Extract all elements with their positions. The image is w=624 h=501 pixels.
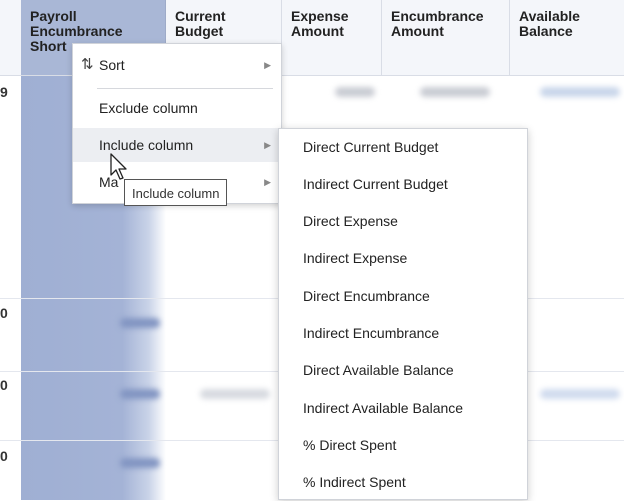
tooltip: Include column	[124, 179, 228, 206]
blurred-cell	[540, 389, 620, 399]
column-header-expense-amount[interactable]: Expense Amount	[282, 0, 382, 76]
row-label: 9	[0, 84, 8, 100]
column-header-available-balance[interactable]: Available Balance	[510, 0, 624, 76]
submenu-item[interactable]: % Indirect Spent	[279, 464, 527, 501]
row-label: 0	[0, 377, 8, 393]
submenu-item[interactable]: Direct Encumbrance	[279, 278, 527, 315]
menu-divider	[97, 88, 273, 89]
submenu-item[interactable]: Direct Expense	[279, 203, 527, 240]
chevron-right-icon: ▶	[264, 140, 271, 150]
submenu-item[interactable]: Indirect Expense	[279, 240, 527, 277]
menu-item-label: Sort	[99, 57, 125, 73]
blurred-cell	[120, 389, 160, 399]
row-label: 0	[0, 305, 8, 321]
submenu-item[interactable]: Indirect Available Balance	[279, 390, 527, 427]
menu-item-exclude-column[interactable]: Exclude column	[73, 91, 281, 125]
chevron-right-icon: ▶	[264, 177, 271, 187]
blurred-cell	[120, 458, 160, 468]
menu-item-label: Include column	[99, 137, 194, 153]
blurred-cell	[335, 87, 375, 97]
submenu-item[interactable]: Indirect Encumbrance	[279, 315, 527, 352]
row-label: 0	[0, 448, 8, 464]
blurred-cell	[420, 87, 490, 97]
submenu-item[interactable]: Direct Available Balance	[279, 352, 527, 389]
submenu-item[interactable]: Direct Current Budget	[279, 129, 527, 166]
blurred-cell	[540, 87, 620, 97]
column-header-encumbrance-amount[interactable]: Encumbrance Amount	[382, 0, 510, 76]
menu-item-label: Exclude column	[99, 100, 198, 116]
blurred-cell	[200, 389, 270, 399]
blurred-cell	[120, 318, 160, 328]
submenu-item[interactable]: % Direct Spent	[279, 427, 527, 464]
menu-item-include-column[interactable]: Include column ▶	[73, 128, 281, 162]
table-header-gutter	[0, 0, 21, 76]
menu-item-sort[interactable]: ⇅ Sort ▶	[73, 48, 281, 82]
sort-icon: ⇅	[81, 56, 94, 73]
submenu-item[interactable]: Indirect Current Budget	[279, 166, 527, 203]
chevron-right-icon: ▶	[264, 60, 271, 70]
include-column-submenu: Direct Current Budget Indirect Current B…	[278, 128, 528, 500]
